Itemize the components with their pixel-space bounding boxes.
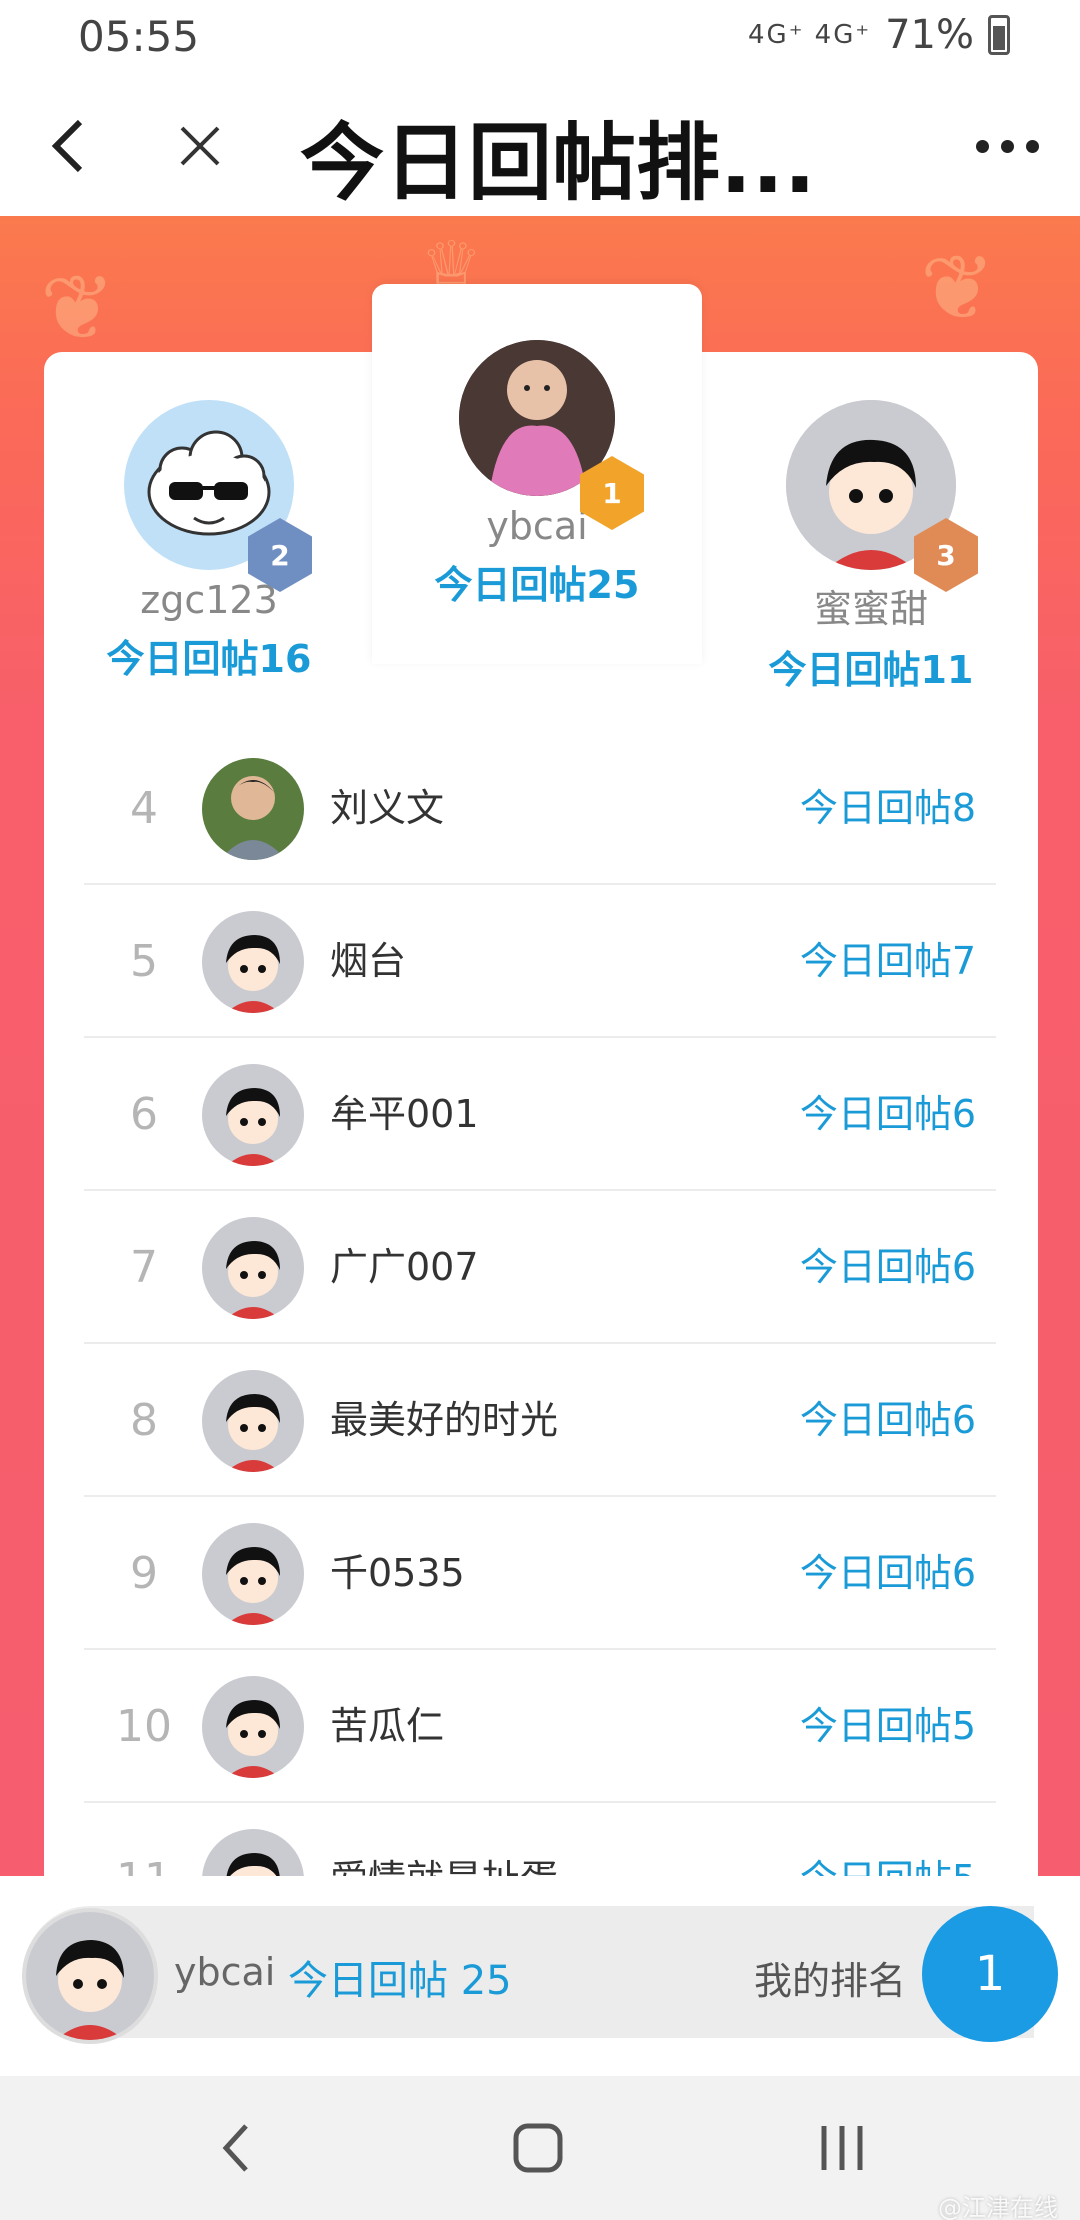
row-rank: 7 [130,1242,158,1293]
ranking-list: 4 刘义文 今日回帖8 5 烟台 今日回帖7 6 牟平001 今日回帖6 7 广… [84,732,996,1956]
list-item[interactable]: 4 刘义文 今日回帖8 [84,732,996,885]
battery-percent: 71% [885,12,974,58]
home-icon [513,2123,563,2173]
avatar [202,1676,304,1778]
default-avatar-icon [202,1523,304,1625]
watermark: @江津在线 [938,2194,1058,2220]
close-icon [180,126,220,166]
avatar [202,1523,304,1625]
row-name: 牟平001 [330,1092,479,1136]
row-name: 烟台 [330,939,407,983]
photo-avatar-icon [202,758,304,860]
more-dot-icon [975,139,989,153]
my-name: ybcai [174,1950,276,1994]
close-button[interactable] [160,106,240,186]
my-count: 今日回帖 25 [288,1958,512,2004]
podium-second[interactable]: 2 zgc123 今日回帖16 [96,400,322,683]
podium-first[interactable]: 1 ybcai 今日回帖25 [424,340,650,609]
podium-count: 今日回帖11 [768,648,974,692]
battery-icon [988,15,1010,55]
my-rank-number[interactable]: 1 [922,1906,1058,2042]
podium-third[interactable]: 3 蜜蜜甜 今日回帖11 [758,400,984,694]
recents-icon [821,2126,863,2170]
nav-back-button[interactable] [176,2106,296,2190]
leaf-decoration: ❦ [40,256,116,361]
chevron-left-icon [51,119,83,173]
status-right: 4G⁺ 4G⁺ 71% [748,12,1010,58]
avatar [202,1217,304,1319]
row-count: 今日回帖6 [799,1398,976,1442]
row-count: 今日回帖5 [799,1704,976,1748]
row-name: 千0535 [330,1551,465,1595]
header: 今日回帖排... [0,76,1080,216]
page-title: 今日回帖排... [300,114,816,212]
row-name: 广广007 [330,1245,479,1289]
row-count: 今日回帖8 [799,786,976,830]
row-count: 今日回帖6 [799,1092,976,1136]
list-item[interactable]: 7 广广007 今日回帖6 [84,1191,996,1344]
list-item[interactable]: 8 最美好的时光 今日回帖6 [84,1344,996,1497]
chevron-left-icon [222,2124,248,2172]
avatar [202,758,304,860]
my-rank-label: 我的排名 [754,1959,907,2003]
default-avatar-icon [202,911,304,1013]
my-rank-section [0,1876,1080,2076]
default-avatar-icon [202,1064,304,1166]
default-avatar-icon [202,1370,304,1472]
nav-recents-button[interactable] [782,2106,902,2190]
my-avatar [22,1908,158,2044]
default-avatar-icon [202,1676,304,1778]
nav-home-button[interactable] [478,2106,598,2190]
row-name: 最美好的时光 [330,1398,559,1442]
leaf-decoration: ❦ [920,236,996,341]
list-item[interactable]: 9 千0535 今日回帖6 [84,1497,996,1650]
back-button[interactable] [28,106,108,186]
avatar [202,1064,304,1166]
list-item[interactable]: 10 苦瓜仁 今日回帖5 [84,1650,996,1803]
row-count: 今日回帖7 [799,939,976,983]
default-avatar-icon [26,1912,154,2040]
status-time: 05:55 [78,12,200,61]
row-rank: 8 [130,1395,158,1446]
list-item[interactable]: 5 烟台 今日回帖7 [84,885,996,1038]
status-bar: 05:55 4G⁺ 4G⁺ 71% [0,0,1080,76]
row-rank: 10 [116,1701,172,1752]
list-item[interactable]: 6 牟平001 今日回帖6 [84,1038,996,1191]
row-rank: 4 [130,783,158,834]
more-dot-icon [1025,139,1039,153]
network-icons: 4G⁺ 4G⁺ [748,20,872,50]
avatar [202,1370,304,1472]
more-button[interactable] [962,116,1052,176]
row-name: 苦瓜仁 [330,1704,445,1748]
row-rank: 9 [130,1548,158,1599]
podium-count: 今日回帖25 [434,563,640,607]
avatar [202,911,304,1013]
row-rank: 6 [130,1089,158,1140]
row-count: 今日回帖6 [799,1245,976,1289]
system-nav-bar [0,2076,1080,2220]
row-rank: 5 [130,936,158,987]
row-name: 刘义文 [330,786,445,830]
row-count: 今日回帖6 [799,1551,976,1595]
more-dot-icon [1000,139,1014,153]
default-avatar-icon [202,1217,304,1319]
podium-count: 今日回帖16 [106,637,312,681]
